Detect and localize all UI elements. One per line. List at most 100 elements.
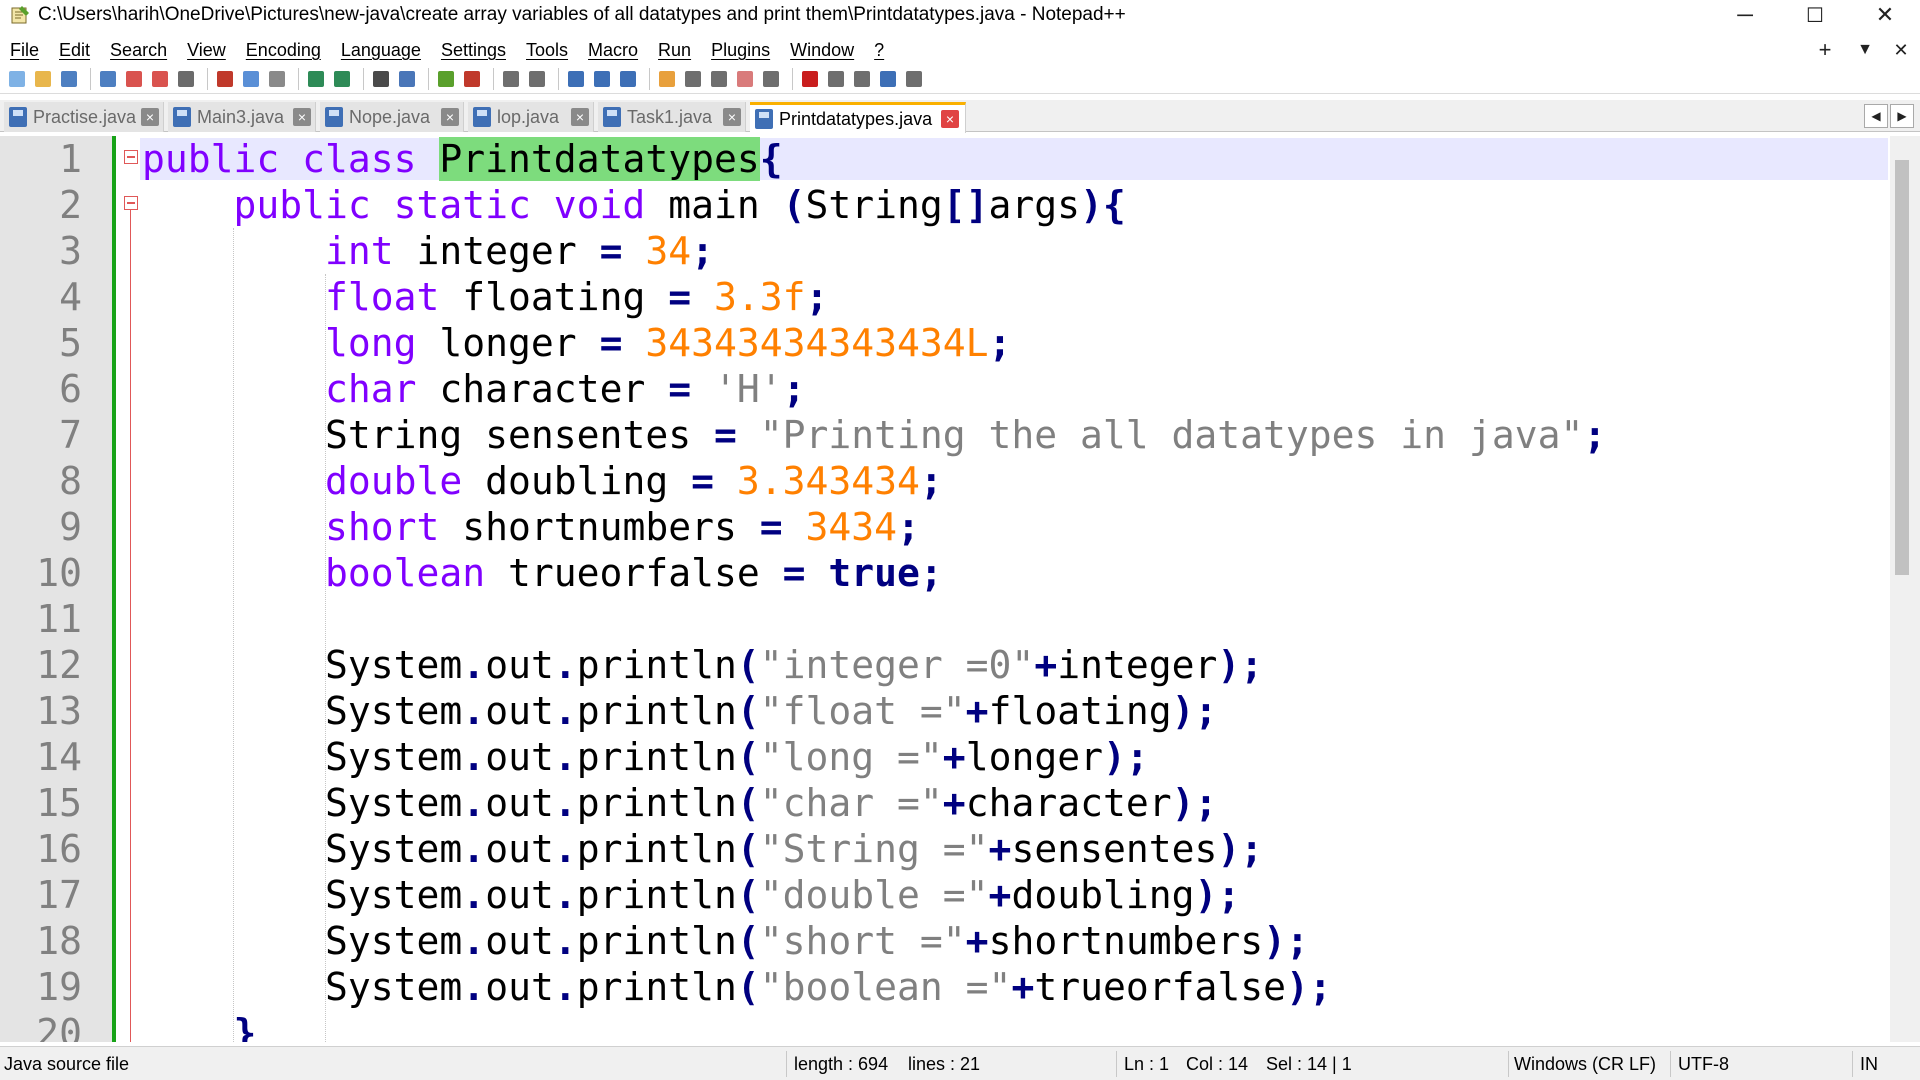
sync-vertical-icon[interactable] xyxy=(500,68,522,90)
indent-guide-icon[interactable] xyxy=(617,68,639,90)
tab-close-icon[interactable]: × xyxy=(723,108,741,126)
fold-margin[interactable] xyxy=(112,136,140,1042)
record-macro-icon[interactable] xyxy=(799,68,821,90)
menu-help[interactable]: ? xyxy=(864,40,894,61)
tab-scroll-right-button[interactable]: ▶ xyxy=(1890,104,1914,128)
menu-file[interactable]: File xyxy=(0,40,49,61)
fold-collapse-icon[interactable] xyxy=(124,196,138,210)
saved-file-icon xyxy=(325,107,343,127)
menu-edit[interactable]: Edit xyxy=(49,40,100,61)
tab-list-dropdown-button[interactable]: ▼ xyxy=(1850,36,1880,64)
cut-icon[interactable] xyxy=(214,68,236,90)
tab-close-icon[interactable]: × xyxy=(141,108,159,126)
tab-close-icon[interactable]: × xyxy=(441,108,459,126)
tab-close-icon[interactable]: × xyxy=(941,110,959,128)
status-insert-mode[interactable]: IN xyxy=(1860,1054,1878,1075)
menu-view[interactable]: View xyxy=(177,40,236,61)
code-line[interactable]: double doubling = 3.343434; xyxy=(142,458,943,504)
replace-icon[interactable] xyxy=(396,68,418,90)
monitoring-icon[interactable] xyxy=(760,68,782,90)
tab-close-icon[interactable]: × xyxy=(293,108,311,126)
code-line[interactable]: short shortnumbers = 3434; xyxy=(142,504,920,550)
tab-nope-java[interactable]: Nope.java × xyxy=(320,102,464,132)
code-line[interactable]: System.out.println("short ="+shortnumber… xyxy=(142,918,1309,964)
menu-plugins[interactable]: Plugins xyxy=(701,40,780,61)
tab-practise-java[interactable]: Practise.java × xyxy=(4,102,164,132)
vertical-scrollbar[interactable] xyxy=(1890,136,1920,1042)
zoom-in-icon[interactable] xyxy=(435,68,457,90)
udl-icon[interactable] xyxy=(656,68,678,90)
stop-macro-icon[interactable] xyxy=(825,68,847,90)
code-line[interactable]: System.out.println("double ="+doubling); xyxy=(142,872,1240,918)
maximize-button[interactable]: ☐ xyxy=(1786,0,1844,30)
code-line[interactable]: } xyxy=(142,1010,257,1042)
redo-icon[interactable] xyxy=(331,68,353,90)
find-icon[interactable] xyxy=(370,68,392,90)
tab-lop-java[interactable]: lop.java × xyxy=(468,102,594,132)
code-editor[interactable]: public class Printdatatypes{ public stat… xyxy=(0,136,1920,1042)
code-line[interactable]: System.out.println("boolean ="+trueorfal… xyxy=(142,964,1332,1010)
close-icon[interactable] xyxy=(123,68,145,90)
scrollbar-thumb[interactable] xyxy=(1895,160,1909,575)
tab-task1-java[interactable]: Task1.java × xyxy=(598,102,746,132)
code-token: . xyxy=(462,689,486,733)
undo-icon[interactable] xyxy=(305,68,327,90)
code-line[interactable]: public class Printdatatypes{ xyxy=(142,136,783,182)
close-document-button[interactable]: ✕ xyxy=(1886,36,1916,64)
menu-encoding[interactable]: Encoding xyxy=(236,40,331,61)
code-line[interactable]: System.out.println("long ="+longer); xyxy=(142,734,1149,780)
menu-search[interactable]: Search xyxy=(100,40,177,61)
menu-language[interactable]: Language xyxy=(331,40,431,61)
copy-icon[interactable] xyxy=(240,68,262,90)
status-line: Ln : 1 xyxy=(1124,1054,1170,1074)
code-line[interactable]: public static void main (String[]args){ xyxy=(142,182,1126,228)
tab-scroll-left-button[interactable]: ◀ xyxy=(1864,104,1888,128)
close-all-icon[interactable] xyxy=(149,68,171,90)
code-token: System xyxy=(142,735,463,779)
run-macro-multiple-icon[interactable] xyxy=(877,68,899,90)
word-wrap-icon[interactable] xyxy=(565,68,587,90)
code-line[interactable]: System.out.println("integer =0"+integer)… xyxy=(142,642,1263,688)
code-line[interactable]: long longer = 34343434343434L; xyxy=(142,320,1011,366)
minimize-button[interactable]: ─ xyxy=(1716,0,1774,30)
fold-collapse-icon[interactable] xyxy=(124,150,138,164)
sync-horizontal-icon[interactable] xyxy=(526,68,548,90)
code-line[interactable]: String sensentes = "Printing the all dat… xyxy=(142,412,1606,458)
code-token: + xyxy=(942,781,966,825)
tab-close-icon[interactable]: × xyxy=(571,108,589,126)
paste-icon[interactable] xyxy=(266,68,288,90)
code-line[interactable]: System.out.println("String ="+sensentes)… xyxy=(142,826,1263,872)
status-eol[interactable]: Windows (CR LF) xyxy=(1514,1054,1656,1075)
menu-macro[interactable]: Macro xyxy=(578,40,648,61)
menu-run[interactable]: Run xyxy=(648,40,701,61)
code-line[interactable]: int integer = 34; xyxy=(142,228,714,274)
status-encoding[interactable]: UTF-8 xyxy=(1678,1054,1729,1075)
menu-settings[interactable]: Settings xyxy=(431,40,516,61)
new-file-icon[interactable] xyxy=(6,68,28,90)
save-all-icon[interactable] xyxy=(97,68,119,90)
tab-printdatatypes-java[interactable]: Printdatatypes.java × xyxy=(750,102,966,133)
open-file-icon-glyph xyxy=(35,70,51,87)
close-window-button[interactable]: ✕ xyxy=(1856,0,1914,30)
folder-workspace-icon[interactable] xyxy=(734,68,756,90)
new-tab-plus-button[interactable]: + xyxy=(1810,36,1840,64)
code-line[interactable]: char character = 'H'; xyxy=(142,366,805,412)
print-icon[interactable] xyxy=(175,68,197,90)
code-line[interactable]: System.out.println("char ="+character); xyxy=(142,780,1217,826)
function-list-icon[interactable] xyxy=(708,68,730,90)
tab-label: Main3.java xyxy=(197,106,285,127)
code-token: = xyxy=(782,551,829,595)
tab-main3-java[interactable]: Main3.java × xyxy=(168,102,316,132)
menu-tools[interactable]: Tools xyxy=(516,40,578,61)
menu-window[interactable]: Window xyxy=(780,40,864,61)
code-line[interactable]: float floating = 3.3f; xyxy=(142,274,828,320)
doc-map-icon[interactable] xyxy=(682,68,704,90)
zoom-out-icon[interactable] xyxy=(461,68,483,90)
save-macro-icon[interactable] xyxy=(903,68,925,90)
play-macro-icon[interactable] xyxy=(851,68,873,90)
save-icon[interactable] xyxy=(58,68,80,90)
open-file-icon[interactable] xyxy=(32,68,54,90)
show-all-chars-icon[interactable] xyxy=(591,68,613,90)
code-line[interactable]: System.out.println("float ="+floating); xyxy=(142,688,1217,734)
code-line[interactable]: boolean trueorfalse = true; xyxy=(142,550,943,596)
